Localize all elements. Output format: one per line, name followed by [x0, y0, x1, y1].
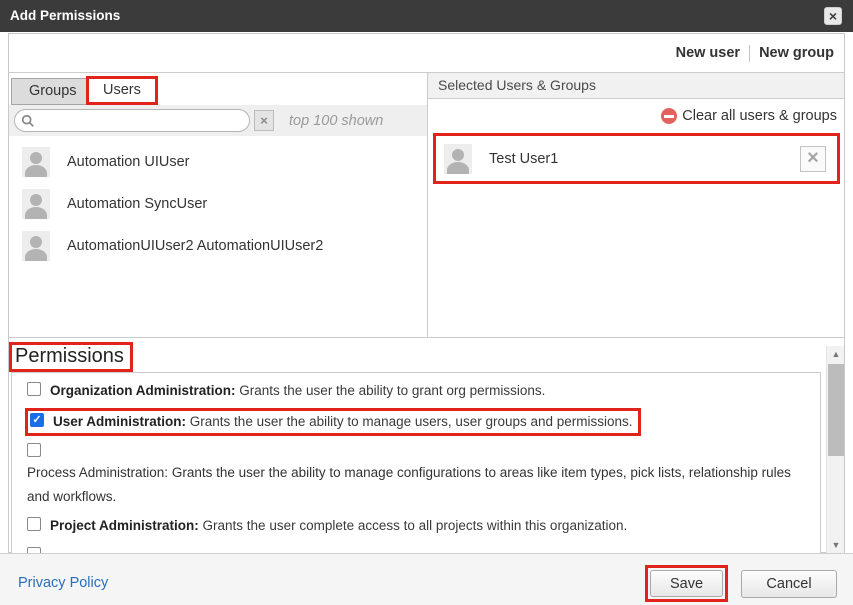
permission-label: Organization Administration:	[50, 383, 236, 398]
selected-user-row[interactable]: Test User1 ×	[433, 133, 840, 184]
permission-row-process-administration: Process Administration: Grants the user …	[27, 443, 805, 509]
user-avatar-icon	[22, 189, 50, 219]
toolbar-separator	[749, 45, 750, 62]
user-name: Automation UIUser	[67, 154, 190, 170]
checkbox-project-administration[interactable]	[27, 517, 41, 531]
user-avatar-icon	[444, 144, 472, 174]
user-avatar-icon	[22, 147, 50, 177]
tab-users[interactable]: Users	[86, 76, 158, 105]
new-user-link[interactable]: New user	[676, 45, 740, 61]
permissions-heading-highlight: Permissions	[9, 342, 133, 372]
permission-row-user-administration: ✓ User Administration: Grants the user t…	[25, 408, 641, 436]
permission-desc: Grants the user the ability to grant org…	[239, 383, 545, 398]
new-group-link[interactable]: New group	[759, 45, 834, 61]
cancel-button[interactable]: Cancel	[741, 570, 837, 598]
selected-panel: Selected Users & Groups Clear all users …	[428, 73, 844, 337]
close-icon[interactable]: ×	[824, 7, 842, 25]
user-avatar-icon	[22, 231, 50, 261]
clear-all-button[interactable]: Clear all users & groups	[428, 99, 844, 133]
selected-panel-header: Selected Users & Groups	[428, 73, 844, 99]
scroll-down-icon[interactable]: ▼	[827, 537, 844, 554]
scrollbar-thumb[interactable]	[828, 364, 844, 456]
checkbox-process-administration[interactable]	[27, 443, 41, 457]
save-button-highlight: Save	[645, 565, 728, 602]
save-button[interactable]: Save	[650, 570, 723, 597]
checkbox-user-administration[interactable]: ✓	[30, 413, 44, 427]
remove-user-icon[interactable]: ×	[800, 146, 826, 172]
search-icon	[21, 114, 35, 128]
user-name: Automation SyncUser	[67, 196, 207, 212]
search-hint: top 100 shown	[289, 113, 383, 129]
tabs: Groups Users	[9, 73, 427, 105]
permission-desc: Grants the user the ability to manage us…	[190, 414, 633, 429]
search-field[interactable]	[14, 109, 250, 132]
user-name: AutomationUIUser2 AutomationUIUser2	[67, 238, 323, 254]
search-input[interactable]	[40, 112, 249, 130]
list-item[interactable]: Automation UIUser	[9, 141, 427, 183]
picker-panels: Groups Users × top 100 shown Automation …	[9, 72, 844, 338]
search-bar: × top 100 shown	[9, 105, 427, 136]
dialog-body: New user New group Groups Users ×	[8, 33, 845, 553]
users-panel: Groups Users × top 100 shown Automation …	[9, 73, 428, 337]
permission-label: User Administration:	[53, 414, 186, 429]
permissions-section: Permissions Organization Administration:…	[9, 338, 844, 554]
dialog-footer: Privacy Policy Save Cancel	[0, 553, 853, 605]
list-item[interactable]: AutomationUIUser2 AutomationUIUser2	[9, 225, 427, 267]
permission-desc: Grants the user complete access to all p…	[203, 518, 628, 533]
checkbox-organization-administration[interactable]	[27, 382, 41, 396]
clear-all-icon	[661, 108, 677, 124]
privacy-policy-link[interactable]: Privacy Policy	[18, 575, 108, 591]
permission-row-project-administration: Project Administration: Grants the user …	[27, 517, 805, 535]
permissions-scrollbar[interactable]: ▲ ▼	[826, 346, 844, 554]
toolbar: New user New group	[9, 34, 844, 72]
user-list: Automation UIUser Automation SyncUser Au…	[9, 136, 427, 337]
permissions-heading: Permissions	[15, 345, 124, 367]
permissions-list: Organization Administration: Grants the …	[11, 372, 821, 554]
tab-groups[interactable]: Groups	[11, 78, 95, 105]
list-item[interactable]: Automation SyncUser	[9, 183, 427, 225]
clear-all-label: Clear all users & groups	[682, 108, 837, 124]
scroll-up-icon[interactable]: ▲	[827, 346, 844, 363]
dialog-title: Add Permissions	[10, 0, 120, 31]
permission-label: Process Administration:	[27, 465, 168, 480]
permission-label: Project Administration:	[50, 518, 199, 533]
permission-row-organization-administration: Organization Administration: Grants the …	[27, 382, 805, 400]
dialog-titlebar: Add Permissions ×	[0, 0, 853, 32]
clear-search-icon[interactable]: ×	[254, 110, 274, 131]
selected-user-name: Test User1	[489, 151, 558, 167]
